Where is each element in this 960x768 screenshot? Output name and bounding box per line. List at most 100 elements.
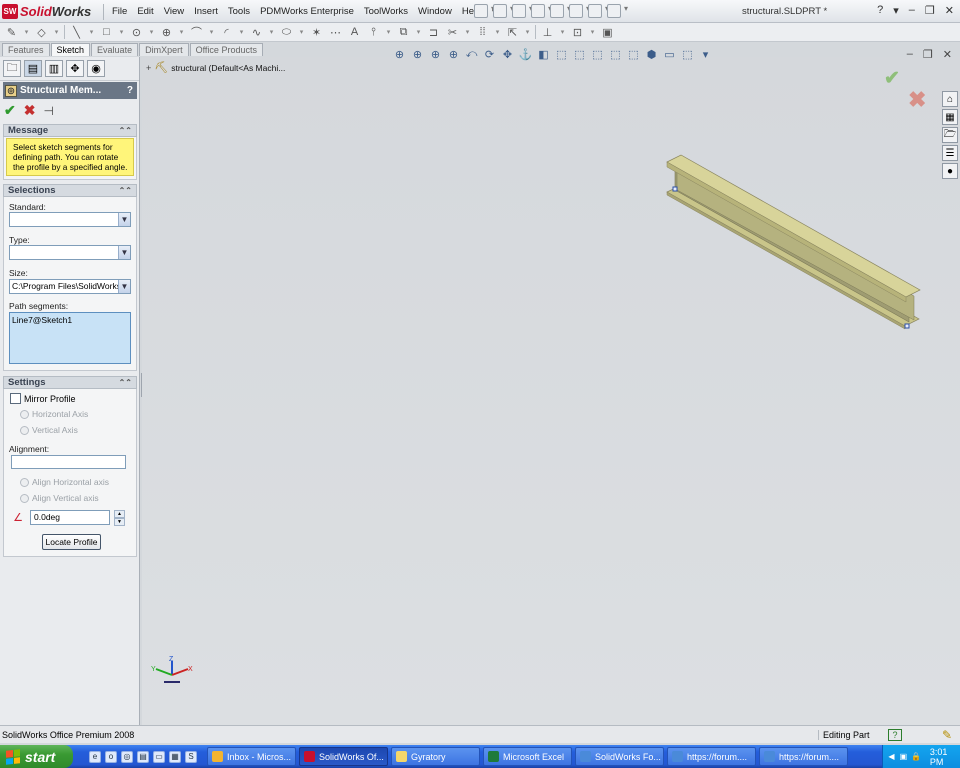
message-group-header[interactable]: Message ⌃⌃ (3, 124, 137, 137)
expand-icon[interactable]: + (146, 63, 151, 73)
fillet-icon[interactable]: ◜ (219, 26, 234, 39)
ellipse-icon[interactable]: ⬭ (279, 26, 294, 39)
repair-sketch-icon[interactable]: ⊡ (570, 26, 585, 39)
section-view-icon[interactable]: ⚓ (518, 48, 533, 61)
point-icon[interactable]: ✶ (309, 26, 324, 39)
view-settings-icon[interactable]: ⬚ (680, 48, 695, 61)
tab-evaluate[interactable]: Evaluate (91, 43, 139, 56)
taskbar-button[interactable]: Gyratory (391, 747, 480, 766)
collapse-icon[interactable]: ⌃⌃ (119, 125, 132, 136)
rectangle-icon[interactable]: □ (99, 26, 114, 39)
centerline-icon[interactable]: ⋯ (328, 26, 343, 39)
zoom-to-selection-icon[interactable]: ⊕ (446, 48, 461, 61)
file-explorer-icon[interactable]: 🗁 (942, 127, 958, 143)
arc-icon[interactable]: ⌒ (189, 26, 204, 39)
shaded-icon[interactable]: ⬚ (626, 48, 641, 61)
dropdown-icon[interactable]: ▾ (494, 26, 501, 39)
confirmation-cancel-icon[interactable]: ✖ (908, 87, 926, 113)
dropdown-icon[interactable]: ▾ (118, 26, 125, 39)
settings-group-header[interactable]: Settings ⌃⌃ (3, 376, 137, 389)
doc-close-button[interactable]: ✕ (943, 48, 952, 61)
pushpin-icon[interactable]: ⊣ (43, 104, 53, 118)
outlook-icon[interactable]: o (105, 750, 117, 763)
taskbar-button[interactable]: Microsoft Excel (483, 747, 572, 766)
trim-icon[interactable]: ✂ (445, 26, 460, 39)
dropdown-icon[interactable]: ▾ (238, 26, 245, 39)
clock[interactable]: 3:01 PM (930, 747, 960, 767)
collapse-icon[interactable]: ⌃⌃ (119, 185, 132, 196)
doc-restore-button[interactable]: ❐ (923, 48, 933, 61)
dropdown-icon[interactable]: ▾ (88, 26, 95, 39)
horizontal-axis-option[interactable]: Horizontal Axis (20, 409, 88, 419)
zoom-to-area-icon[interactable]: ⊕ (410, 48, 425, 61)
horizontal-axis-radio[interactable] (20, 409, 29, 419)
mirror-profile-checkbox-row[interactable]: Mirror Profile (10, 393, 76, 404)
lock-icon[interactable]: 🔒 (911, 752, 921, 762)
tray-arrow-icon[interactable]: ◀ (887, 752, 896, 762)
start-button[interactable]: start (0, 745, 73, 768)
spline-icon[interactable]: ∿ (249, 26, 264, 39)
help-button[interactable]: ? (877, 4, 883, 17)
desktop-icon[interactable]: ▭ (153, 750, 165, 763)
chevron-down-icon[interactable]: ▼ (118, 246, 130, 259)
view-palette-icon[interactable]: ☰ (942, 145, 958, 161)
dropdown-icon[interactable]: ▾ (178, 26, 185, 39)
tab-dimxpert[interactable]: DimXpert (139, 43, 189, 56)
menu-view[interactable]: View (159, 6, 189, 17)
mirror-icon[interactable]: ⫯ (366, 26, 381, 39)
open-document-icon[interactable] (493, 4, 514, 18)
chevron-down-icon[interactable]: ▼ (118, 280, 130, 293)
dropdown-icon[interactable]: ▾ (415, 26, 422, 39)
taskbar-button[interactable]: Inbox - Micros... (207, 747, 296, 766)
shaded-with-edges-icon[interactable]: ⬚ (608, 48, 623, 61)
calculator-icon[interactable]: ▦ (169, 750, 181, 763)
align-horizontal-radio[interactable] (20, 477, 29, 487)
dropdown-icon[interactable]: ▾ (464, 26, 471, 39)
taskbar-button[interactable]: https://forum.... (759, 747, 848, 766)
appearance-icon[interactable]: ⬢ (644, 48, 659, 61)
ok-checkmark-icon[interactable]: ✔ (4, 102, 16, 119)
align-vertical-radio[interactable] (20, 493, 29, 503)
dropdown-icon[interactable]: ▾ (589, 26, 596, 39)
spin-up-icon[interactable]: ▲ (114, 510, 125, 518)
menu-tools[interactable]: Tools (223, 6, 255, 17)
taskbar-button[interactable]: SolidWorks Of... (299, 747, 388, 766)
tab-features[interactable]: Features (2, 43, 50, 56)
help-icon[interactable]: ? (127, 85, 137, 96)
dropdown-icon[interactable]: ▾ (524, 26, 531, 39)
appearances-icon[interactable]: ● (942, 163, 958, 179)
configuration-manager-tab-icon[interactable]: ▥ (45, 60, 63, 77)
line-icon[interactable]: ╲ (69, 26, 84, 39)
chevron-down-icon[interactable]: ▼ (118, 213, 130, 226)
cancel-x-icon[interactable]: ✖ (24, 102, 36, 119)
type-dropdown[interactable]: ▼ (9, 245, 131, 260)
wireframe-icon[interactable]: ⬚ (554, 48, 569, 61)
text-icon[interactable]: A (347, 26, 362, 39)
feature-tree-tab-icon[interactable]: 🗀 (3, 60, 21, 77)
design-library-icon[interactable]: ▦ (942, 109, 958, 125)
menu-toolworks[interactable]: ToolWorks (359, 6, 413, 17)
graphics-area[interactable]: + ⛏ structural (Default<As Machi... ⊕ ⊕ … (142, 48, 960, 725)
view-orientation-icon[interactable]: ◧ (536, 48, 551, 61)
smart-dimension-icon[interactable]: ◇ (34, 26, 49, 39)
sketch-icon[interactable]: ✎ (4, 26, 19, 39)
quick-snaps-icon[interactable]: ▣ (600, 26, 615, 39)
confirmation-ok-icon[interactable]: ✔ (884, 67, 900, 90)
tab-office-products[interactable]: Office Products (189, 43, 263, 56)
dropdown-icon[interactable]: ▾ (23, 26, 30, 39)
menu-pdmworks[interactable]: PDMWorks Enterprise (255, 6, 359, 17)
move-entities-icon[interactable]: ⇱ (505, 26, 520, 39)
internet-explorer-icon[interactable]: e (89, 750, 101, 763)
rebuild-pencil-icon[interactable]: ✎ (942, 728, 952, 742)
dimxpert-manager-tab-icon[interactable]: ✥ (66, 60, 84, 77)
dropdown-icon[interactable]: ▾ (268, 26, 275, 39)
pan-icon[interactable]: ✥ (500, 48, 515, 61)
solidworks-resources-icon[interactable]: ⌂ (942, 91, 958, 107)
dropdown-icon[interactable]: ▾ (148, 26, 155, 39)
previous-view-icon[interactable]: ⤺ (464, 48, 479, 61)
restore-button[interactable]: ❐ (925, 4, 935, 17)
minimize-button[interactable]: – (909, 4, 915, 17)
doc-minimize-button[interactable]: – (907, 48, 913, 61)
menu-window[interactable]: Window (413, 6, 457, 17)
save-icon[interactable] (512, 4, 533, 18)
